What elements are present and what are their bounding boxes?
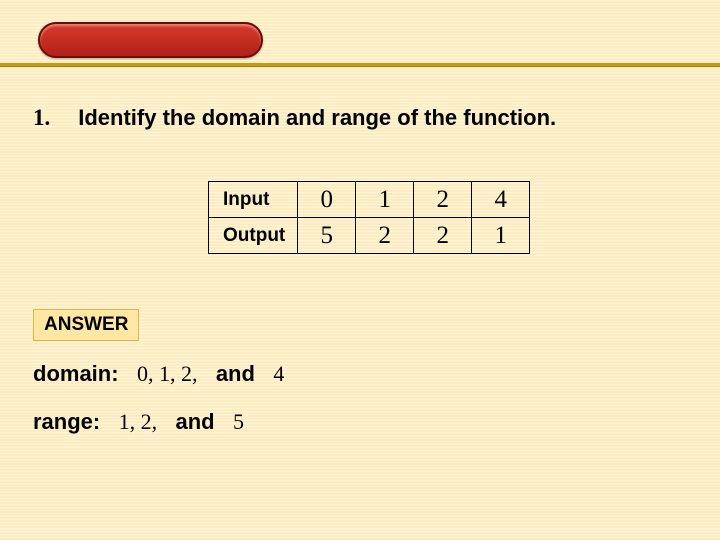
header-banner	[38, 22, 263, 58]
range-label: range:	[33, 409, 100, 434]
domain-values: 0, 1, 2,	[137, 361, 198, 386]
cell: 2	[414, 218, 472, 254]
cell: 1	[356, 182, 414, 218]
and-word: and	[216, 361, 255, 386]
header-rule	[0, 63, 720, 66]
question-number: 1.	[33, 105, 50, 131]
table-row: Input 0 1 2 4	[209, 182, 530, 218]
domain-last: 4	[273, 361, 284, 386]
answer-tag: ANSWER	[33, 309, 139, 341]
question-text: Identify the domain and range of the fun…	[78, 105, 556, 131]
range-values: 1, 2,	[119, 409, 158, 434]
range-last: 5	[233, 409, 244, 434]
domain-result: domain: 0, 1, 2, and 4	[33, 361, 687, 387]
range-result: range: 1, 2, and 5	[33, 409, 687, 435]
cell: 2	[356, 218, 414, 254]
domain-label: domain:	[33, 361, 119, 386]
slide-content: 1. Identify the domain and range of the …	[33, 100, 687, 520]
io-table: Input 0 1 2 4 Output 5 2 2 1	[208, 181, 530, 254]
row-header-output: Output	[209, 218, 298, 254]
cell: 2	[414, 182, 472, 218]
question-row: 1. Identify the domain and range of the …	[33, 105, 687, 131]
cell: 4	[472, 182, 530, 218]
cell: 1	[472, 218, 530, 254]
row-header-input: Input	[209, 182, 298, 218]
and-word: and	[176, 409, 215, 434]
cell: 5	[298, 218, 356, 254]
io-table-wrap: Input 0 1 2 4 Output 5 2 2 1	[208, 181, 687, 254]
table-row: Output 5 2 2 1	[209, 218, 530, 254]
cell: 0	[298, 182, 356, 218]
